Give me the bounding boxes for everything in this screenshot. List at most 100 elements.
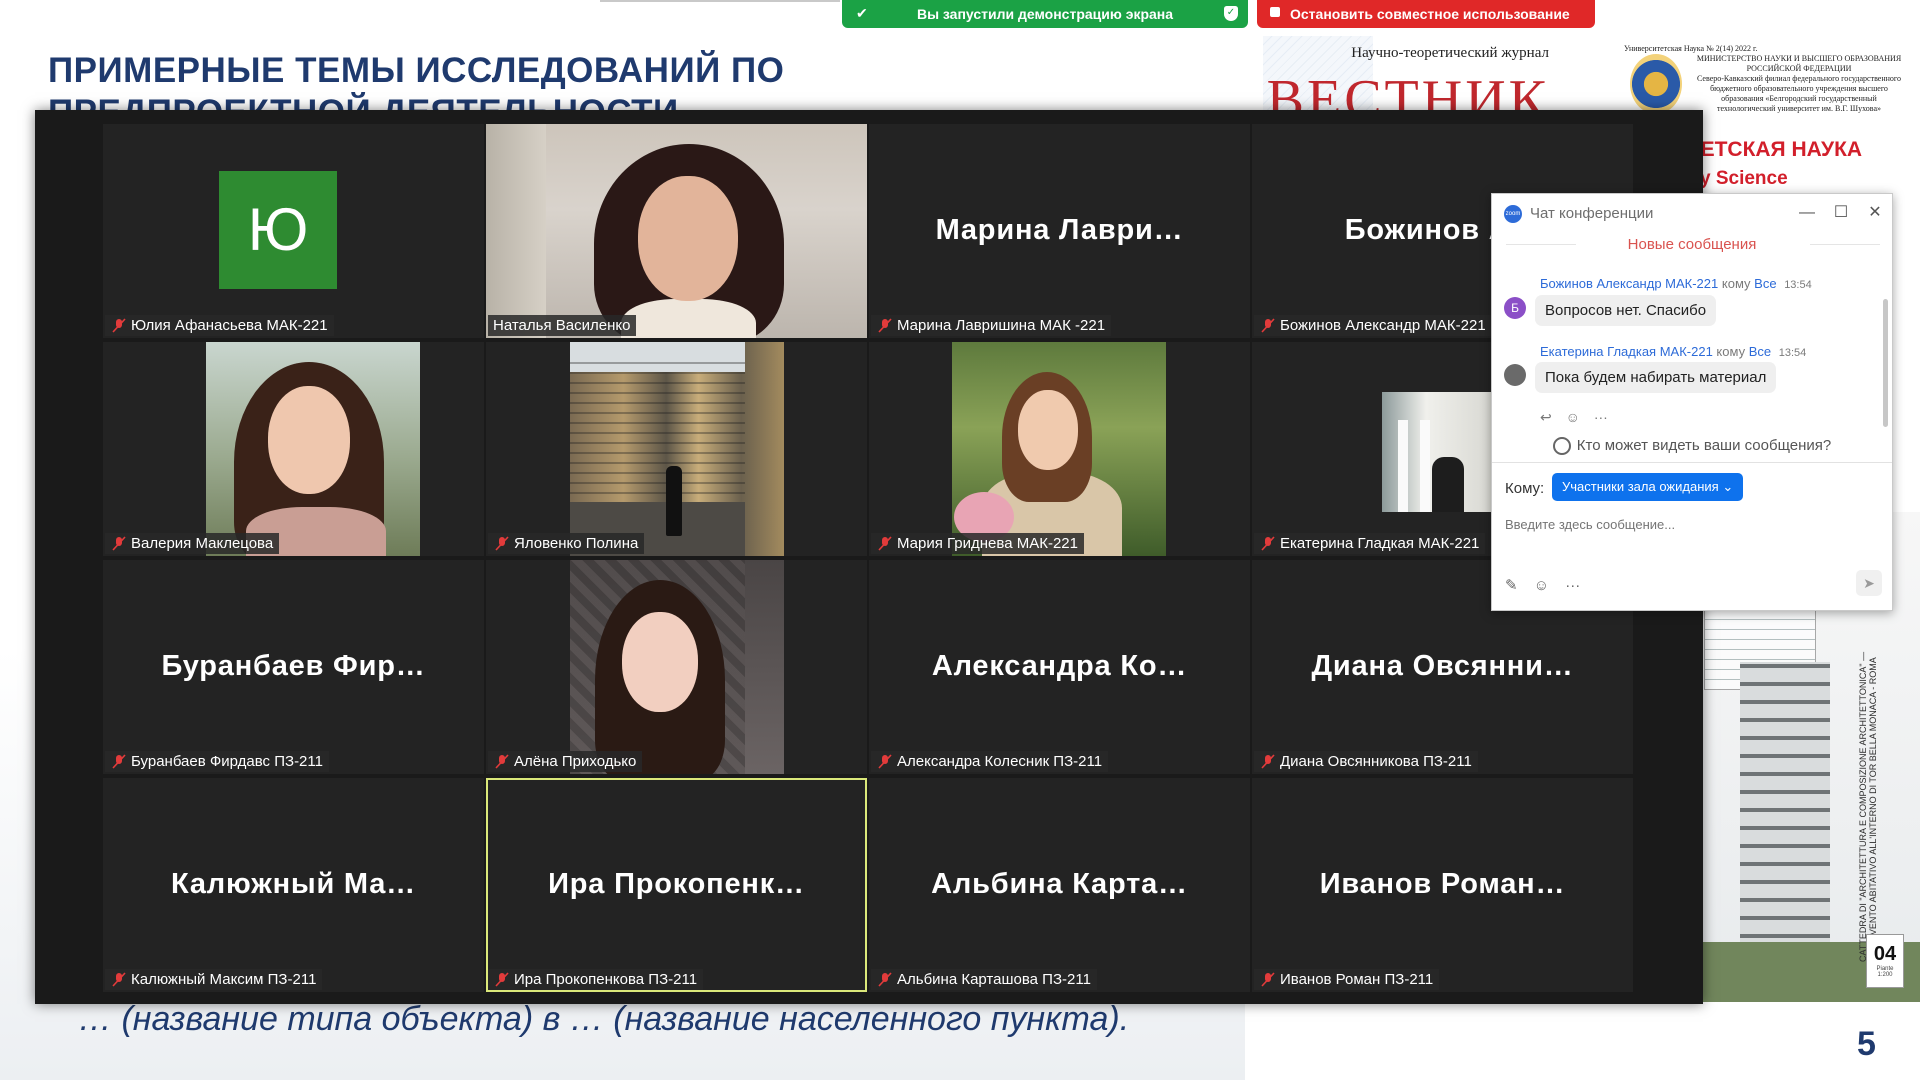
participant-tile[interactable]: Александра Ко… Александра Колесник ПЗ-21… <box>869 560 1250 774</box>
poster-tower-image <box>1740 662 1830 952</box>
participant-tile[interactable]: Калюжный Ма… Калюжный Максим ПЗ-211 <box>103 778 484 992</box>
participant-name-label: Альбина Карташова ПЗ-211 <box>871 969 1097 990</box>
participant-tile[interactable]: Яловенко Полина <box>486 342 867 556</box>
more-icon[interactable]: ··· <box>1565 577 1580 594</box>
mic-muted-icon <box>495 972 509 987</box>
mic-muted-icon <box>112 318 126 333</box>
journal-issue: Университетская Наука № 2(14) 2022 г. <box>1624 44 1758 53</box>
scrollbar[interactable] <box>1883 299 1888 427</box>
screen-share-status[interactable]: ✔ Вы запустили демонстрацию экрана ✓ <box>842 0 1248 28</box>
message-bubble[interactable]: Вопросов нет. Спасибо <box>1535 295 1717 326</box>
video-person <box>1432 457 1464 512</box>
journal-subtitle: Научно-теоретический журнал <box>1351 45 1549 61</box>
message-sender[interactable]: Екатерина Гладкая МАК-221 <box>1540 344 1713 359</box>
message-bubble[interactable]: Пока будем набирать материал <box>1535 362 1777 393</box>
participant-name-label: Марина Лавришина МАК -221 <box>871 315 1112 336</box>
video-background <box>1398 420 1408 512</box>
maximize-icon[interactable]: ☐ <box>1826 202 1856 224</box>
participant-name: Наталья Василенко <box>493 317 631 334</box>
who-can-see-text: Кто может видеть ваши сообщения? <box>1576 437 1832 454</box>
participant-name-label: Калюжный Максим ПЗ-211 <box>105 969 323 990</box>
participant-tile[interactable]: Альбина Карта… Альбина Карташова ПЗ-211 <box>869 778 1250 992</box>
message-input[interactable] <box>1505 512 1875 536</box>
zoom-logo-icon: zoom <box>1504 205 1522 223</box>
video-person <box>666 466 682 536</box>
avatar: Б <box>1504 297 1526 319</box>
close-icon[interactable]: ✕ <box>1860 202 1890 224</box>
slide-page-number: 5 <box>1857 1025 1876 1063</box>
participant-name-label: Александра Колесник ПЗ-211 <box>871 751 1109 772</box>
message-to-word: кому <box>1721 276 1751 291</box>
video-person <box>1018 390 1078 470</box>
journal-header: Университетская Наука № 2(14) 2022 г. МИ… <box>1624 44 1904 114</box>
participant-tile[interactable]: Валерия Маклецова <box>103 342 484 556</box>
shield-icon[interactable]: ✓ <box>1224 6 1238 21</box>
participant-name: Иванов Роман ПЗ-211 <box>1280 971 1434 988</box>
who-can-see-link[interactable]: Кто может видеть ваши сообщения? <box>1492 437 1892 456</box>
minimize-icon[interactable]: — <box>1792 202 1822 224</box>
participant-name: Валерия Маклецова <box>131 535 274 552</box>
participant-video <box>486 124 867 338</box>
video-person <box>621 299 756 338</box>
participant-big-name: Александра Ко… <box>931 650 1188 682</box>
format-icon[interactable]: ✎ <box>1505 577 1518 594</box>
screen-share-status-text: Вы запустили демонстрацию экрана <box>916 6 1174 22</box>
participant-name-label: Екатерина Гладкая МАК-221 <box>1254 533 1486 554</box>
message-time: 13:54 <box>1784 279 1812 291</box>
message-recipient[interactable]: Все <box>1749 344 1771 359</box>
participant-tile[interactable]: Наталья Василенко <box>486 124 867 338</box>
participant-name: Яловенко Полина <box>514 535 639 552</box>
person-icon <box>1552 437 1571 456</box>
participant-name-label: Алёна Приходько <box>488 751 643 772</box>
more-icon[interactable]: ··· <box>1594 409 1608 425</box>
participant-tile-active-speaker[interactable]: Ира Прокопенк… Ира Прокопенкова ПЗ-211 <box>486 778 867 992</box>
message-sender[interactable]: Божинов Александр МАК-221 <box>1540 276 1718 291</box>
video-background <box>486 124 546 338</box>
mic-muted-icon <box>112 536 126 551</box>
emoji-icon[interactable]: ☺ <box>1534 577 1549 594</box>
slide-divider <box>600 0 840 2</box>
participant-name-label: Юлия Афанасьева МАК-221 <box>105 315 334 336</box>
participant-name-label: Валерия Маклецова <box>105 533 280 554</box>
participant-name: Альбина Карташова ПЗ-211 <box>897 971 1091 988</box>
stop-share-button[interactable]: Остановить совместное использование <box>1257 0 1595 28</box>
recipient-label: Кому: <box>1505 480 1545 497</box>
participant-name-label: Божинов Александр МАК-221 <box>1254 315 1492 336</box>
stop-share-label: Остановить совместное использование <box>1290 6 1570 22</box>
participant-name-label: Буранбаев Фирдавс ПЗ-211 <box>105 751 329 772</box>
participant-big-name: Иванов Роман… <box>1319 868 1566 900</box>
stop-icon <box>1270 7 1280 17</box>
participant-big-name: Марина Лаври… <box>935 214 1184 246</box>
mic-muted-icon <box>878 536 892 551</box>
participant-name: Ира Прокопенкова ПЗ-211 <box>514 971 698 988</box>
participant-tile[interactable]: Мария Гриднева МАК-221 <box>869 342 1250 556</box>
participant-tile[interactable]: Иванов Роман… Иванов Роман ПЗ-211 <box>1252 778 1633 992</box>
participant-video <box>952 342 1166 556</box>
journal-ministry: МИНИСТЕРСТВО НАУКИ И ВЫСШЕГО ОБРАЗОВАНИЯ… <box>1696 54 1902 73</box>
participant-video <box>206 342 420 556</box>
mic-muted-icon <box>1261 318 1275 333</box>
participant-tile[interactable]: Буранбаев Фир… Буранбаев Фирдавс ПЗ-211 <box>103 560 484 774</box>
mic-muted-icon <box>878 318 892 333</box>
emoji-reaction-icon[interactable]: ☺ <box>1566 409 1580 425</box>
video-background <box>570 362 745 502</box>
participant-name: Мария Гриднева МАК-221 <box>897 535 1078 552</box>
participant-video <box>570 560 784 774</box>
participant-tile[interactable]: Марина Лаври… Марина Лавришина МАК -221 <box>869 124 1250 338</box>
participant-name: Диана Овсянникова ПЗ-211 <box>1280 753 1472 770</box>
recipient-dropdown[interactable]: Участники зала ожидания ⌄ <box>1552 473 1744 501</box>
gallery-view: Ю Юлия Афанасьева МАК-221 Наталья Василе… <box>35 110 1703 1004</box>
participant-tile[interactable]: Алёна Приходько <box>486 560 867 774</box>
video-person <box>638 176 738 301</box>
send-icon[interactable]: ➤ <box>1856 570 1882 596</box>
reply-icon[interactable]: ↩ <box>1540 409 1552 425</box>
poster-sheet-badge: 04 Piante 1:200 <box>1866 934 1904 988</box>
slide-subtitle: … (название типа объекта) в … (название … <box>78 1000 1130 1038</box>
participant-tile[interactable]: Ю Юлия Афанасьева МАК-221 <box>103 124 484 338</box>
journal-cover-vestnik: Научно-теоретический журнал ВЕСТНИК <box>1257 28 1577 128</box>
participant-big-name: Диана Овсянни… <box>1311 650 1574 682</box>
chat-window: zoom Чат конференции — ☐ ✕ Новые сообщен… <box>1491 193 1893 611</box>
message-recipient[interactable]: Все <box>1754 276 1776 291</box>
poster-sheet-number: 04 <box>1873 943 1897 965</box>
poster-vertical-text: CATTEDRA DI "ARCHITETTURA E COMPOSIZIONE… <box>1858 651 1878 962</box>
